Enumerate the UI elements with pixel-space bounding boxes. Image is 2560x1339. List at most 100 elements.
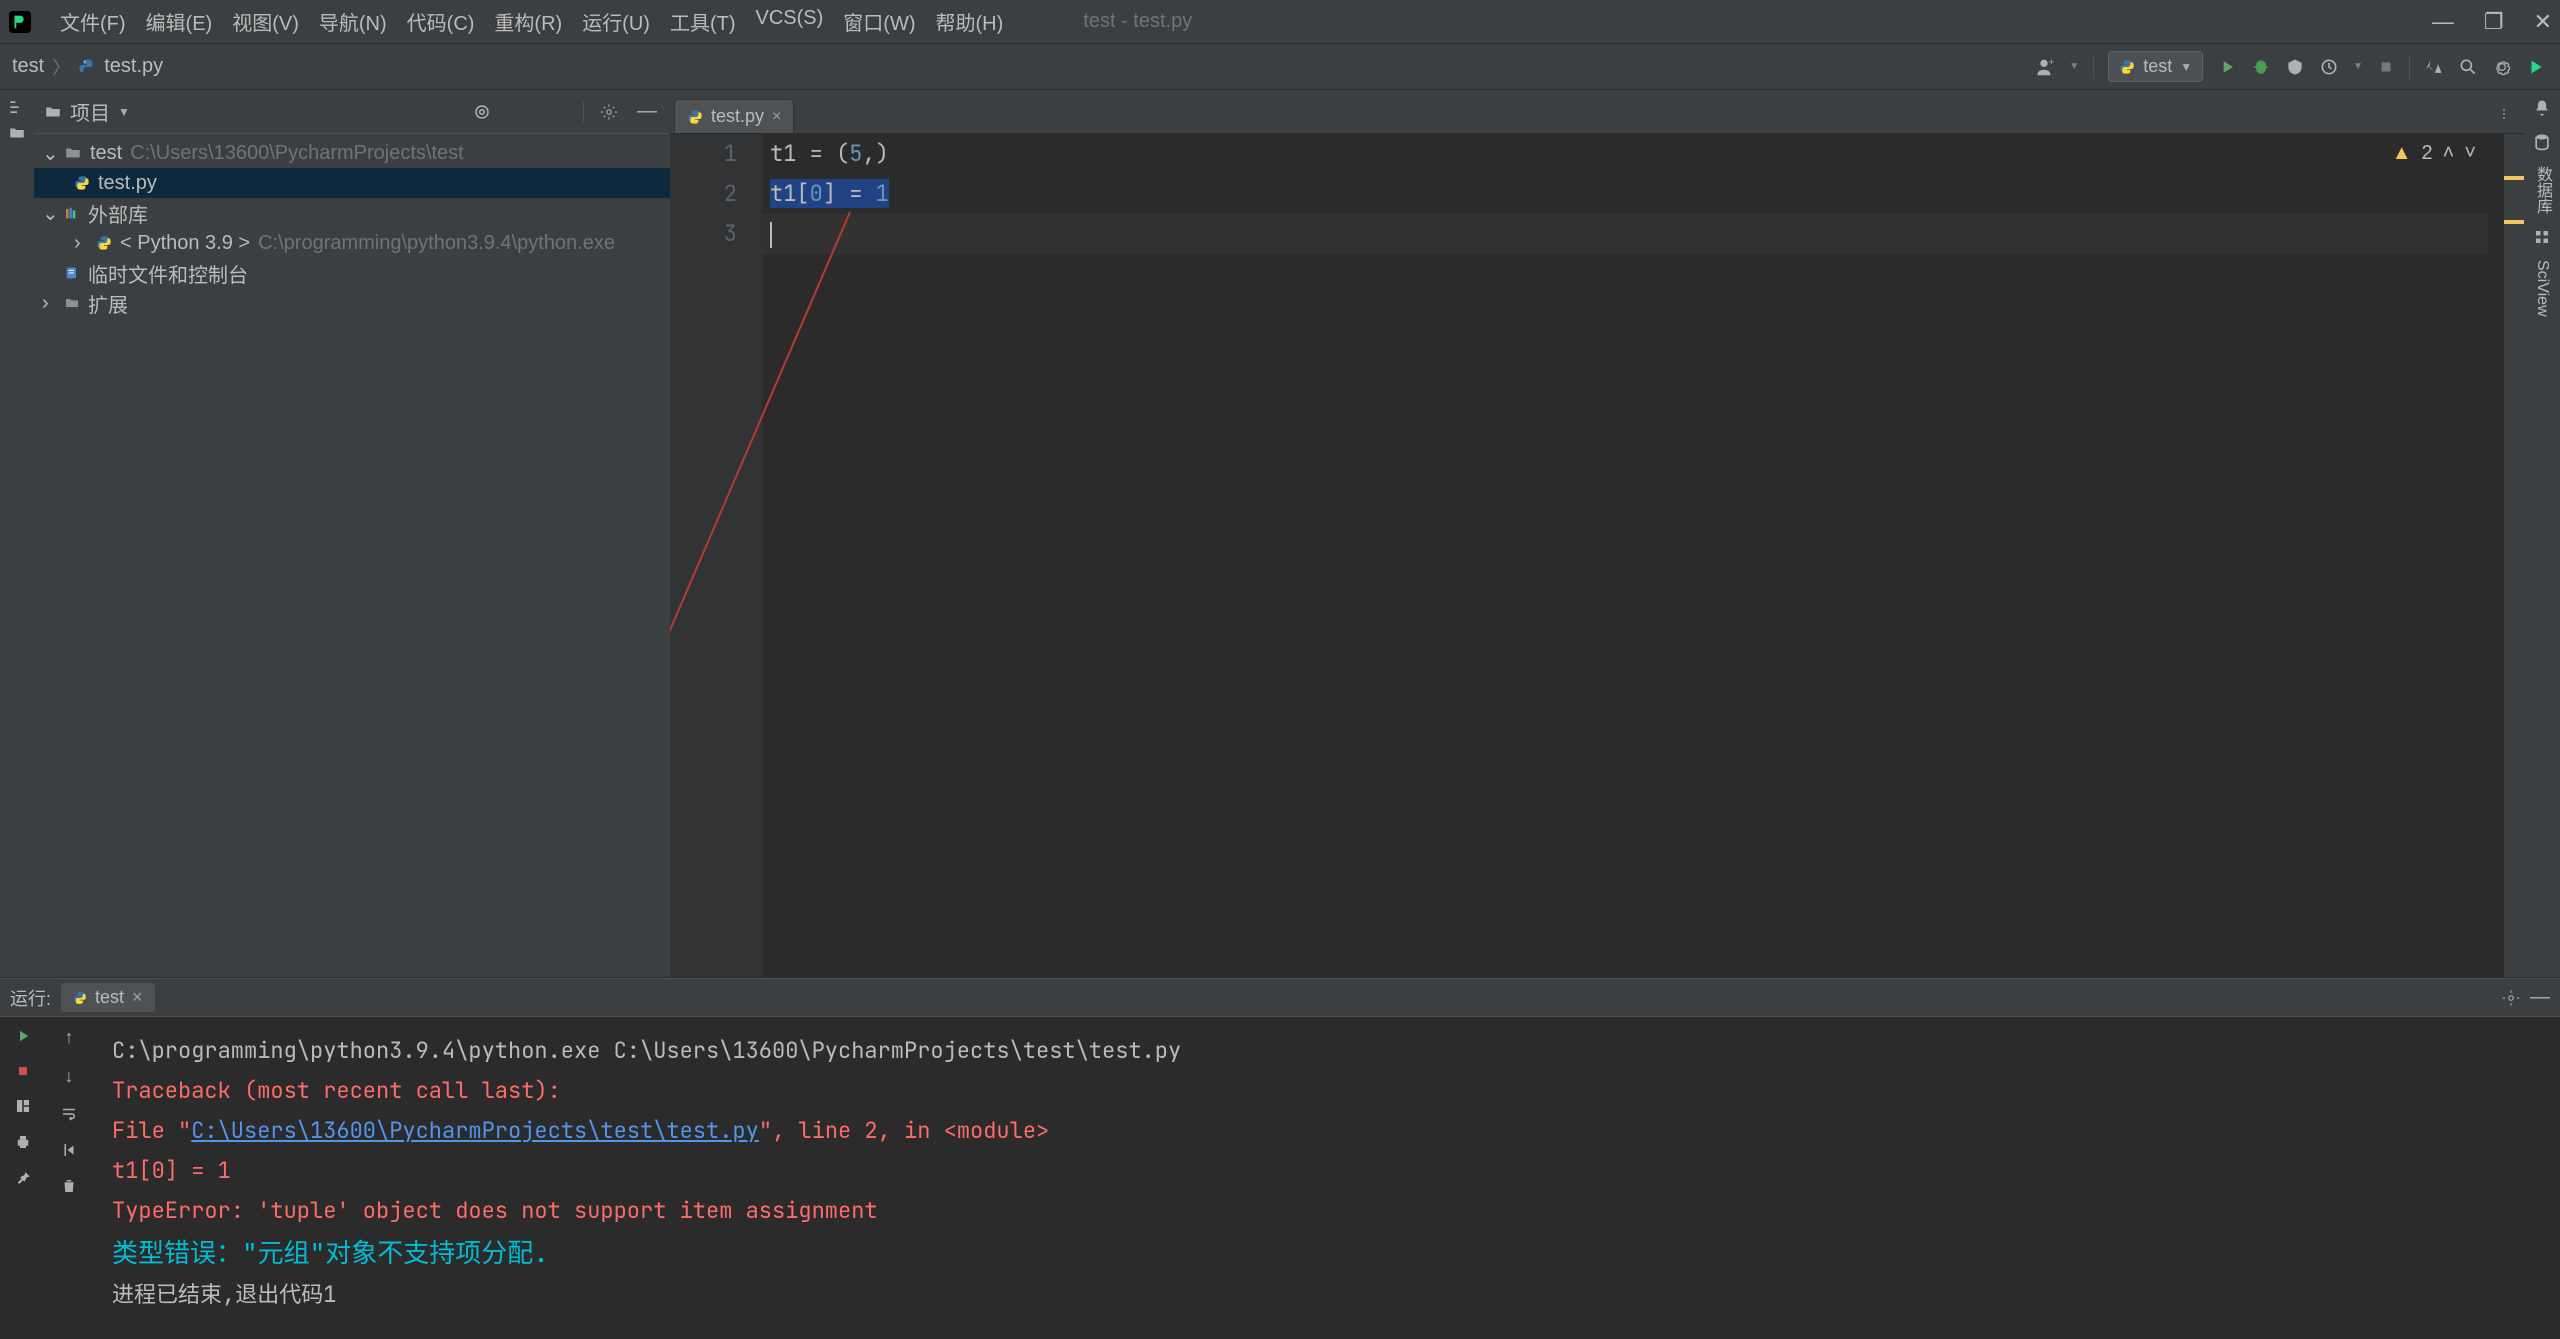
run-button[interactable]	[2217, 57, 2237, 77]
editor-tabs-more[interactable]: ⋮	[2488, 95, 2520, 133]
sciview-label[interactable]: SciView	[2533, 260, 2551, 317]
chevron-down-icon: ⌄	[42, 141, 56, 166]
tree-row-extensions[interactable]: › 扩展	[34, 288, 670, 318]
menu-navigate[interactable]: 导航(N)	[309, 7, 397, 36]
translate-icon[interactable]	[2424, 57, 2444, 77]
close-icon[interactable]: ×	[772, 108, 781, 126]
menu-refactor[interactable]: 重构(R)	[484, 7, 572, 36]
add-user-icon[interactable]: +	[2033, 56, 2055, 78]
breadcrumb-file[interactable]: test.py	[104, 55, 163, 78]
notifications-icon[interactable]	[2532, 98, 2552, 118]
run-settings-button[interactable]	[2502, 989, 2520, 1007]
stop-button[interactable]	[15, 1063, 31, 1079]
layout-button[interactable]	[14, 1097, 32, 1115]
menu-help[interactable]: 帮助(H)	[926, 7, 1014, 36]
collapse-all-button[interactable]	[545, 99, 571, 125]
run-side-toolbar-1	[0, 1017, 46, 1339]
breadcrumb-project[interactable]: test	[12, 55, 44, 78]
locate-button[interactable]	[469, 99, 495, 125]
console-line: TypeError: 'tuple' object does not suppo…	[112, 1191, 2540, 1231]
error-stripe[interactable]	[2504, 134, 2524, 977]
right-tool-stripe: 数据库 SciView	[2524, 90, 2560, 977]
tree-row-python-env[interactable]: › < Python 3.9 > C:\programming\python3.…	[34, 228, 670, 258]
menu-file[interactable]: 文件(F)	[50, 7, 136, 36]
tree-row-scratches[interactable]: 临时文件和控制台	[34, 258, 670, 288]
run-config-selector[interactable]: test ▼	[2108, 51, 2203, 82]
structure-toolwindow-icon[interactable]	[7, 98, 27, 118]
tree-row-external-libs[interactable]: ⌄ 外部库	[34, 198, 670, 228]
run-side-toolbar-2: ↑ ↓	[46, 1017, 92, 1339]
library-icon	[64, 205, 80, 221]
file-link[interactable]: C:\Users\13600\PycharmProjects\test\test…	[191, 1116, 759, 1145]
panel-hide-button[interactable]: —	[634, 99, 660, 125]
breadcrumb-separator: 〉	[52, 54, 70, 80]
minimize-button[interactable]: —	[2432, 9, 2454, 35]
run-header-label: 运行:	[10, 985, 51, 1011]
editor-tab-testpy[interactable]: test.py ×	[674, 99, 794, 133]
console-line: File "C:\Users\13600\PycharmProjects\tes…	[112, 1111, 2540, 1151]
inspection-widget[interactable]: ▲ 2 ˄ ˅	[2392, 142, 2476, 165]
window-title: test - test.py	[1083, 10, 1192, 33]
editor-gutter: 1 2 3	[670, 134, 762, 977]
code-with-me-icon[interactable]	[2526, 56, 2548, 78]
print-button[interactable]	[14, 1133, 32, 1151]
scroll-up-button[interactable]: ↑	[65, 1027, 74, 1048]
stop-button[interactable]	[2377, 58, 2395, 76]
database-icon[interactable]	[2532, 132, 2552, 152]
close-icon[interactable]: ×	[132, 987, 143, 1008]
run-tab[interactable]: test ×	[61, 983, 155, 1012]
scroll-down-button[interactable]: ↓	[65, 1066, 74, 1087]
chevron-down-icon: ⌄	[42, 201, 56, 226]
console-line: 进程已结束,退出代码1	[112, 1275, 2540, 1315]
project-tree[interactable]: ⌄ test C:\Users\13600\PycharmProjects\te…	[34, 134, 670, 977]
window-controls: — ❐ ✕	[2432, 9, 2552, 35]
menu-tools[interactable]: 工具(T)	[660, 7, 746, 36]
tree-row-project-root[interactable]: ⌄ test C:\Users\13600\PycharmProjects\te…	[34, 138, 670, 168]
project-view-label: 项目	[70, 97, 110, 126]
run-hide-button[interactable]: —	[2530, 986, 2550, 1009]
search-icon[interactable]	[2458, 57, 2478, 77]
menu-run[interactable]: 运行(U)	[572, 7, 660, 36]
editor[interactable]: 1 2 3 t1 = (5,) t1[0] = 1 ▲ 2 ˄ ˅	[670, 134, 2524, 977]
project-view-combo[interactable]: 项目 ▼	[44, 97, 130, 126]
close-button[interactable]: ✕	[2534, 9, 2552, 35]
pin-button[interactable]	[14, 1169, 32, 1187]
debug-button[interactable]	[2251, 57, 2271, 77]
project-toolwindow-icon[interactable]	[8, 124, 26, 142]
panel-settings-button[interactable]	[596, 99, 622, 125]
scroll-to-end-button[interactable]	[60, 1141, 78, 1159]
menu-edit[interactable]: 编辑(E)	[136, 7, 223, 36]
trash-button[interactable]	[60, 1177, 78, 1195]
console-line: Traceback (most recent call last):	[112, 1071, 2540, 1111]
python-icon	[73, 991, 87, 1005]
inspection-next[interactable]: ˅	[2464, 142, 2476, 165]
expand-all-button[interactable]	[507, 99, 533, 125]
navigation-bar: test 〉 test.py + ▼ test ▼ ▼	[0, 44, 2560, 90]
rerun-button[interactable]	[14, 1027, 32, 1045]
line-number: 1	[670, 134, 737, 174]
menu-window[interactable]: 窗口(W)	[833, 7, 925, 36]
coverage-button[interactable]	[2285, 57, 2305, 77]
sciview-icon[interactable]	[2533, 228, 2551, 246]
maximize-button[interactable]: ❐	[2484, 9, 2504, 35]
menu-code[interactable]: 代码(C)	[397, 7, 485, 36]
inspection-prev[interactable]: ˄	[2443, 142, 2455, 165]
scratches-icon	[64, 265, 80, 281]
code-area[interactable]: t1 = (5,) t1[0] = 1	[762, 134, 2488, 254]
soft-wrap-button[interactable]	[60, 1105, 78, 1123]
menu-vcs[interactable]: VCS(S)	[746, 7, 834, 36]
tree-row-file[interactable]: test.py	[34, 168, 670, 198]
pycharm-icon	[8, 10, 32, 34]
settings-icon[interactable]	[2492, 57, 2512, 77]
run-body: ↑ ↓ C:\programming\python3.9.4\python.ex…	[0, 1017, 2560, 1339]
folder-icon	[44, 103, 62, 121]
line-number: 2	[670, 174, 737, 214]
console-output[interactable]: C:\programming\python3.9.4\python.exe C:…	[92, 1017, 2560, 1339]
chevron-right-icon: ›	[74, 232, 88, 255]
tree-extensions-label: 扩展	[88, 289, 128, 318]
database-label[interactable]: 数据库	[2530, 166, 2554, 214]
warning-icon: ▲	[2392, 142, 2412, 165]
menu-view[interactable]: 视图(V)	[222, 7, 309, 36]
console-line: C:\programming\python3.9.4\python.exe C:…	[112, 1031, 2540, 1071]
profiler-button[interactable]	[2319, 57, 2339, 77]
